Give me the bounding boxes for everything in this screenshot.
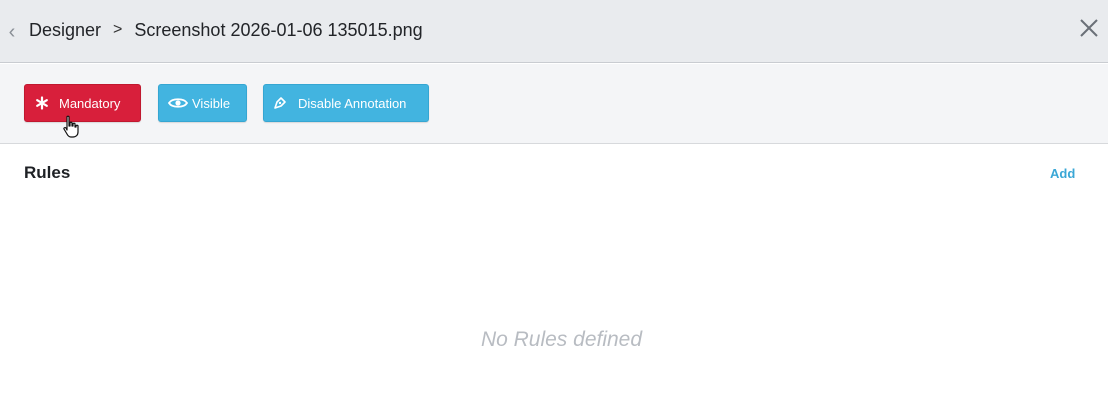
mandatory-label: Mandatory [59, 95, 121, 111]
mandatory-button[interactable]: Mandatory [24, 84, 141, 122]
pen-icon [273, 96, 287, 110]
toolbar: Mandatory Visible Disable Annotation [0, 64, 1108, 144]
breadcrumb-root[interactable]: Designer [29, 20, 101, 41]
chevron-left-icon[interactable]: ‹ [5, 22, 19, 42]
close-icon[interactable] [1078, 17, 1100, 39]
disable-annotation-button[interactable]: Disable Annotation [263, 84, 429, 122]
disable-annotation-label: Disable Annotation [298, 95, 407, 111]
breadcrumb-separator: > [113, 21, 123, 38]
header-bar: ‹ Designer > Screenshot 2026-01-06 13501… [0, 0, 1108, 63]
asterisk-icon [35, 96, 49, 110]
add-rule-link[interactable]: Add [1050, 166, 1075, 181]
empty-state-message: No Rules defined [480, 328, 643, 351]
visible-button[interactable]: Visible [158, 84, 247, 122]
breadcrumb-current: Screenshot 2026-01-06 135015.png [134, 19, 423, 40]
rules-heading: Rules [24, 163, 71, 182]
hand-pointer-cursor-icon [62, 115, 80, 139]
eye-icon [168, 96, 188, 110]
visible-label: Visible [192, 95, 231, 111]
breadcrumb: Designer > Screenshot 2026-01-06 135015.… [29, 18, 423, 42]
